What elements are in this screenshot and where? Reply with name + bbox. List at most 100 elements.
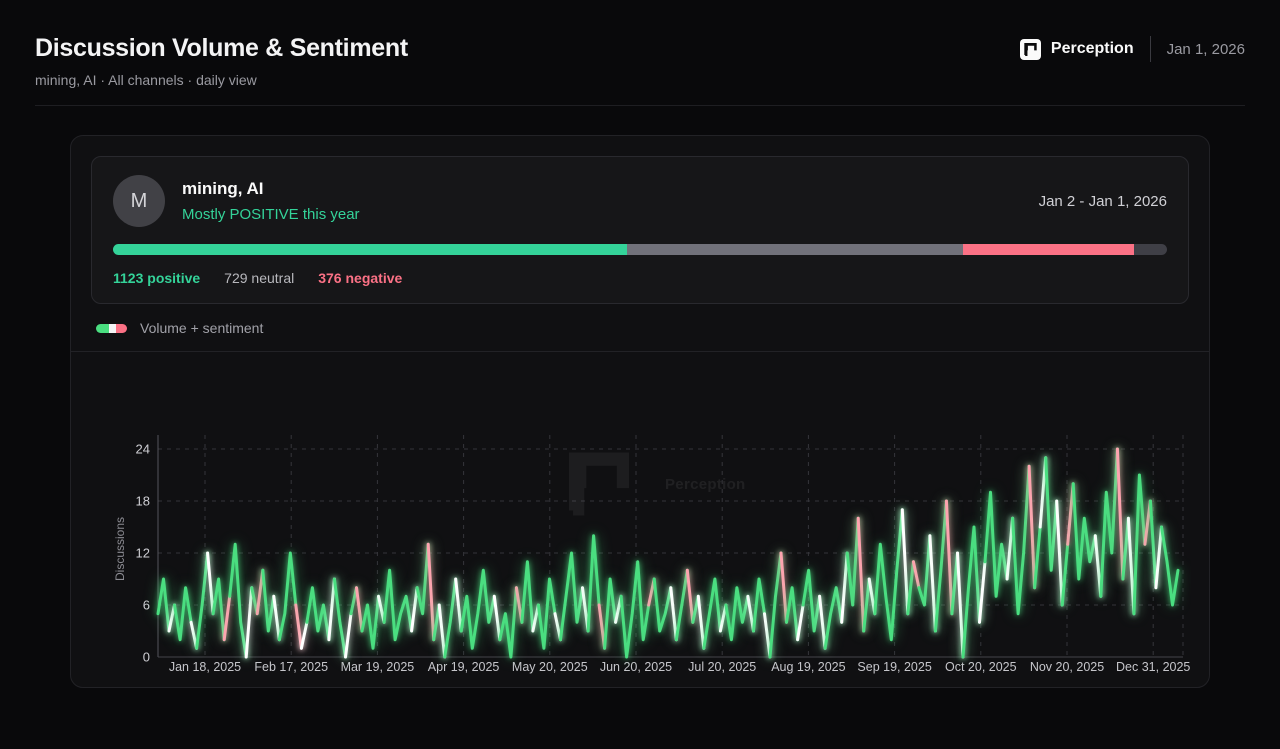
perception-logo-icon xyxy=(1019,38,1041,60)
sentiment-line-segment xyxy=(818,594,827,650)
sentiment-bar-segment-remainder xyxy=(1134,244,1167,255)
volume-sentiment-chart[interactable]: 0 6 12 18 24 Jan 18, 2025 Feb 17, 2025 Mar 19, … xyxy=(91,352,1191,687)
x-tick-label: Oct 20, 2025 xyxy=(945,660,1017,674)
chart-legend: Volume + sentiment xyxy=(96,319,1189,337)
sentiment-line-segment xyxy=(492,594,502,642)
sentiment-line-segment xyxy=(261,568,276,633)
legend-swatch-segment xyxy=(109,323,117,333)
sentiment-line-segment xyxy=(443,577,458,659)
x-tick-label: Jul 20, 2025 xyxy=(688,660,756,674)
date-range: Jan 2 - Jan 1, 2026 xyxy=(1038,192,1167,210)
sentiment-line-segment xyxy=(1071,482,1097,581)
y-tick-label: 6 xyxy=(143,598,150,613)
sentiment-line-segment xyxy=(1027,464,1037,590)
legend-swatch-segment xyxy=(116,323,127,333)
sentiment-line-segment xyxy=(785,586,800,642)
sentiment-bar-segment-positive xyxy=(113,244,628,255)
sentiment-line-segment xyxy=(674,568,689,642)
chart-svg[interactable]: 0 6 12 18 24 Jan 18, 2025 Feb 17, 2025 Mar 19, … xyxy=(91,352,1191,687)
sentiment-line-segment xyxy=(173,586,193,642)
sentiment-line-segment xyxy=(195,551,210,650)
brand-name: Perception xyxy=(1050,40,1134,57)
summary-card: M mining, AI Mostly POSITIVE this year J… xyxy=(91,156,1189,304)
stat-neutral: 729 neutral xyxy=(224,270,295,286)
sentiment-line-segment xyxy=(222,594,232,642)
summary-names: mining, AI Mostly POSITIVE this year xyxy=(182,179,360,223)
sentiment-line-segment xyxy=(355,586,364,633)
sentiment-line-segment xyxy=(603,577,618,650)
sentiment-line-segment xyxy=(1044,456,1059,572)
sentiment-line-segment xyxy=(344,612,353,659)
sentiment-line-segment xyxy=(917,534,932,607)
entity-name: mining, AI xyxy=(182,179,264,198)
sentiment-line-segment xyxy=(840,551,849,624)
sentiment-line-segment xyxy=(294,603,303,650)
x-tick-label: Mar 19, 2025 xyxy=(341,660,415,674)
sentiment-line-segment xyxy=(305,586,331,642)
sentiment-line-segment xyxy=(1033,525,1042,590)
sentiment-line-segment xyxy=(1154,525,1163,590)
sentiment-line-segment xyxy=(1148,499,1158,590)
y-tick-label: 18 xyxy=(136,494,150,509)
sentiment-line-segment xyxy=(911,560,921,590)
sentiment-line-segment xyxy=(801,568,822,633)
sentiment-line-segment xyxy=(244,586,254,659)
sentiment-line-segment xyxy=(426,542,436,642)
y-axis-title: Discussions xyxy=(113,517,127,581)
sentiment-line-segment xyxy=(1160,525,1180,607)
summary-top-row: M mining, AI Mostly POSITIVE this year J… xyxy=(113,175,1167,227)
legend-swatch-segment xyxy=(96,323,110,333)
sentiment-summary: Mostly POSITIVE this year xyxy=(182,206,360,223)
y-tick-label: 0 xyxy=(143,650,150,665)
sentiment-line-segment xyxy=(586,534,601,633)
header-divider xyxy=(35,105,1245,106)
x-tick-label: Feb 17, 2025 xyxy=(254,660,328,674)
sentiment-line-segment xyxy=(796,603,805,642)
x-tick-label: Apr 19, 2025 xyxy=(428,660,500,674)
sentiment-line-segment xyxy=(928,534,937,633)
sentiment-line-segment xyxy=(211,577,226,642)
sentiment-line-segment xyxy=(299,620,309,650)
sentiment-line-segment xyxy=(520,560,535,633)
brand-area: Perception Jan 1, 2026 xyxy=(1019,36,1245,62)
sentiment-line-segment xyxy=(933,499,948,633)
sentiment-line-segment xyxy=(536,577,557,650)
x-tick-label: Sep 19, 2025 xyxy=(857,660,931,674)
legend-swatch-icon xyxy=(96,323,127,333)
sentiment-line-segment xyxy=(156,577,171,633)
sentiment-line-segment xyxy=(1099,447,1119,598)
sentiment-bar-segment-neutral xyxy=(627,244,963,255)
sentiment-line-segment xyxy=(410,586,419,633)
sentiment-line-segment xyxy=(823,586,844,650)
sentiment-line-segment xyxy=(906,560,915,616)
sentiment-line-segment xyxy=(1060,542,1070,607)
sentiment-line-segment xyxy=(327,577,336,642)
sentiment-line-segment xyxy=(206,551,215,616)
sentiment-line-segment xyxy=(559,551,584,642)
sentiment-line-segment xyxy=(415,542,430,616)
sentiment-line-segment xyxy=(619,560,651,659)
sentiment-line-segment xyxy=(862,577,871,633)
page-title: Discussion Volume & Sentiment xyxy=(35,34,408,62)
sentiment-line-segment xyxy=(724,586,750,642)
sentiment-line-segment xyxy=(277,551,298,642)
header-date: Jan 1, 2026 xyxy=(1166,40,1245,58)
sentiment-line-segment xyxy=(360,594,380,650)
y-tick-label: 24 xyxy=(136,442,150,457)
sentiment-line-segment xyxy=(332,577,347,659)
sentiment-line-segment xyxy=(382,568,414,642)
x-tick-label: Nov 20, 2025 xyxy=(1030,660,1104,674)
sentiment-line-segment xyxy=(752,577,766,633)
header-separator xyxy=(1149,36,1151,62)
x-tick-label: Dec 31, 2025 xyxy=(1116,660,1190,674)
sentiment-line-segment xyxy=(983,490,1009,598)
sentiment-line-segment xyxy=(696,594,706,650)
x-tick-label: Jan 18, 2025 xyxy=(169,660,241,674)
sentiment-bar-segment-negative xyxy=(962,244,1135,255)
header-left: Discussion Volume & Sentiment mining, AI… xyxy=(35,34,408,88)
sentiment-line-segment xyxy=(685,568,695,624)
sentiment-line-segment xyxy=(437,603,447,659)
stat-negative: 376 negative xyxy=(318,270,403,286)
page-subtitle: mining, AI · All channels · daily view xyxy=(35,72,257,88)
x-tick-label: Aug 19, 2025 xyxy=(771,660,845,674)
